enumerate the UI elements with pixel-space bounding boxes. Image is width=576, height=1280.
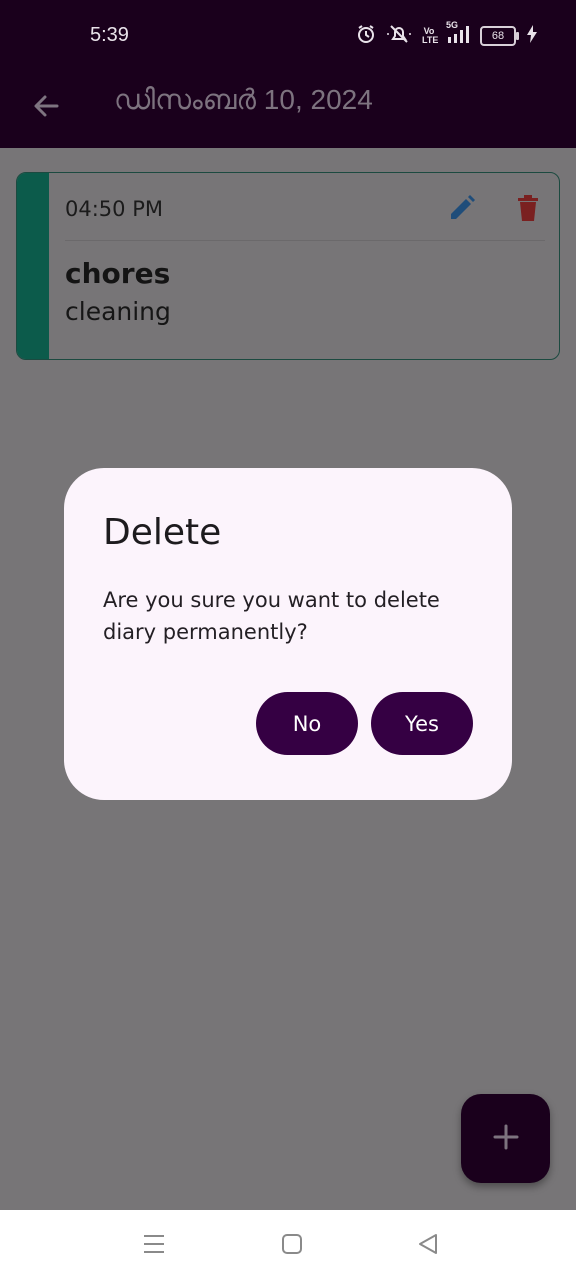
plus-icon: [492, 1123, 520, 1155]
entry-accent-strip: [17, 173, 49, 359]
battery-icon: 68: [480, 26, 519, 46]
delete-button[interactable]: [515, 193, 541, 227]
app-screen: 5:39 Vo LTE 5G 68 ഡിസംബർ 10, 2024 04:50 …: [0, 0, 576, 1280]
entry-body: cleaning: [65, 297, 171, 326]
menu-icon[interactable]: [142, 1232, 166, 1260]
no-button[interactable]: No: [256, 692, 358, 755]
dialog-title: Delete: [103, 512, 222, 553]
trash-icon: [515, 195, 541, 227]
page-title: ഡിസംബർ 10, 2024: [114, 84, 373, 115]
pencil-icon: [447, 195, 477, 227]
edit-button[interactable]: [447, 193, 477, 227]
entry-title: chores: [65, 257, 171, 290]
app-bar: ഡിസംബർ 10, 2024: [0, 74, 576, 148]
status-bar: 5:39 Vo LTE 5G 68: [0, 0, 576, 74]
diary-entry-card[interactable]: 04:50 PM chores cleaning: [16, 172, 560, 360]
back-button[interactable]: [26, 88, 66, 128]
yes-button[interactable]: Yes: [371, 692, 473, 755]
network-type: 5G: [446, 20, 459, 30]
status-time: 5:39: [90, 24, 129, 46]
entry-time: 04:50 PM: [65, 197, 163, 221]
entry-divider: [65, 240, 545, 241]
signal-icon: 5G: [446, 20, 470, 48]
arrow-back-icon: [31, 91, 61, 125]
back-triangle-icon[interactable]: [416, 1232, 440, 1260]
system-nav-bar: [0, 1210, 576, 1280]
volte-icon: Vo LTE: [422, 26, 439, 45]
status-icons: Vo LTE 5G 68: [356, 20, 538, 48]
home-icon[interactable]: [280, 1232, 304, 1260]
delete-dialog: Delete Are you sure you want to delete d…: [64, 468, 512, 800]
mute-icon: [386, 24, 412, 48]
alarm-icon: [356, 24, 376, 48]
dialog-message: Are you sure you want to delete diary pe…: [103, 588, 440, 644]
add-entry-button[interactable]: [461, 1094, 550, 1183]
charging-icon: [526, 24, 538, 48]
